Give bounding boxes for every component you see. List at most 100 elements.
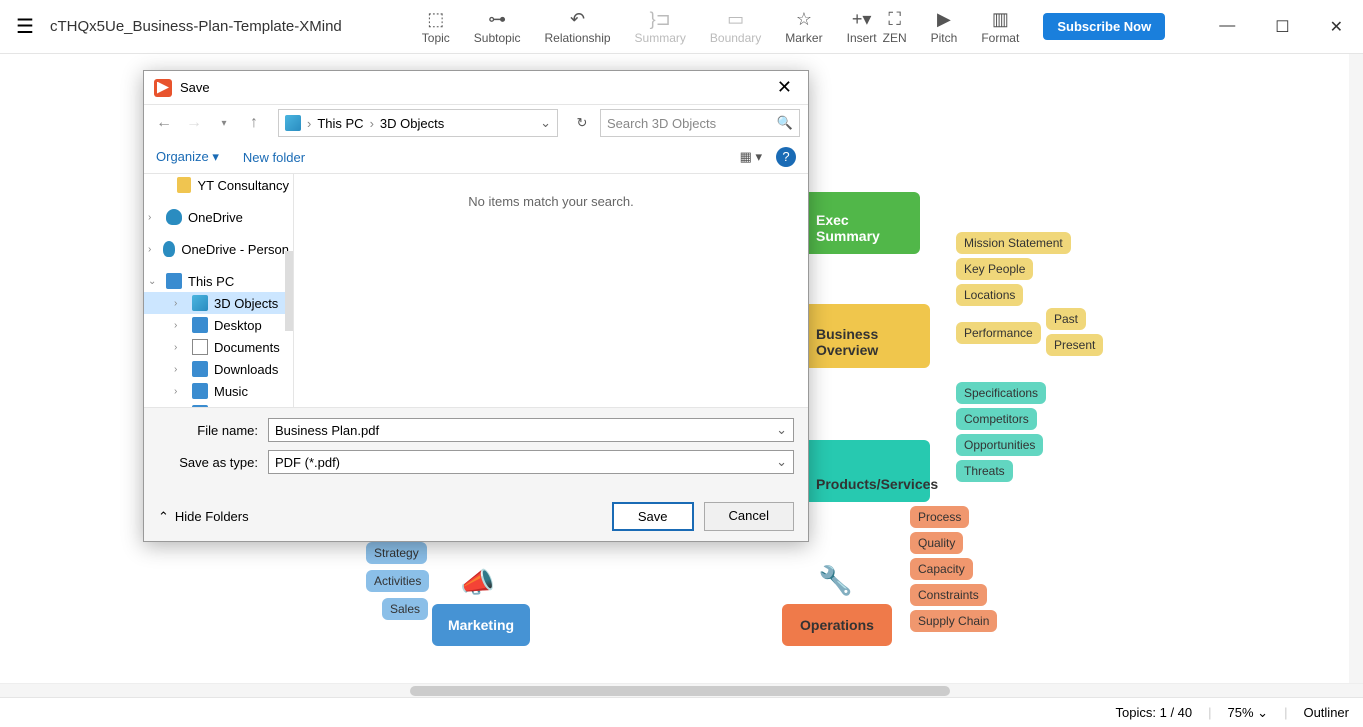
relationship-button[interactable]: ↶Relationship	[545, 9, 611, 45]
vertical-scrollbar[interactable]	[1349, 54, 1363, 683]
node-competitors[interactable]: Competitors	[956, 408, 1037, 430]
node-exec-summary[interactable]: Exec Summary	[800, 192, 920, 254]
drive-icon	[285, 115, 301, 131]
topics-count: Topics: 1 / 40	[1116, 705, 1193, 720]
back-button[interactable]: ←	[152, 111, 176, 135]
zoom-level[interactable]: 75% ⌄	[1228, 705, 1269, 721]
titlebar: ☰ cTHQx5Ue_Business-Plan-Template-XMind …	[0, 0, 1363, 54]
tree-item-documents[interactable]: ›Documents	[144, 336, 293, 358]
maximize-button[interactable]: ☐	[1265, 13, 1299, 41]
subscribe-button[interactable]: Subscribe Now	[1043, 13, 1165, 40]
node-past[interactable]: Past	[1046, 308, 1086, 330]
node-strategy[interactable]: Strategy	[366, 542, 427, 564]
topic-button[interactable]: ⬚Topic	[422, 9, 450, 45]
window-controls: — ☐ ✕	[1209, 13, 1353, 41]
pitch-button[interactable]: ▶Pitch	[931, 9, 958, 45]
node-marketing[interactable]: Marketing	[432, 604, 530, 646]
node-present[interactable]: Present	[1046, 334, 1103, 356]
statusbar: Topics: 1 / 40 | 75% ⌄ | Outliner	[0, 697, 1363, 727]
breadcrumb-dropdown[interactable]: ⌄	[540, 115, 551, 131]
tree-item-thispc[interactable]: ⌄This PC	[144, 270, 293, 292]
forward-button[interactable]: →	[182, 111, 206, 135]
outliner-button[interactable]: Outliner	[1303, 705, 1349, 720]
folder-tree[interactable]: YT Consultancy ›OneDrive ›OneDrive - Per…	[144, 174, 294, 407]
file-name-input[interactable]: ⌄	[268, 418, 794, 442]
search-icon: 🔍	[777, 115, 793, 131]
node-business-overview[interactable]: Business Overview	[800, 304, 930, 368]
breadcrumb[interactable]: › This PC › 3D Objects ⌄	[278, 109, 558, 137]
summary-icon: }⊐	[650, 9, 671, 31]
file-name-dropdown[interactable]: ⌄	[776, 422, 787, 438]
recent-dropdown[interactable]: ▾	[212, 111, 236, 135]
close-button[interactable]: ✕	[1320, 13, 1353, 41]
tree-item-downloads[interactable]: ›Downloads	[144, 358, 293, 380]
summary-button: }⊐Summary	[635, 9, 686, 45]
save-type-dropdown[interactable]: ⌄	[776, 454, 787, 470]
node-specifications[interactable]: Specifications	[956, 382, 1046, 404]
tree-item-onedrive[interactable]: ›OneDrive	[144, 206, 293, 228]
tree-item-onedrive-personal[interactable]: ›OneDrive - Person	[144, 238, 293, 260]
chevron-up-icon: ⌃	[158, 509, 169, 525]
view-button[interactable]: ▦ ▾	[740, 149, 762, 165]
help-button[interactable]: ?	[776, 147, 796, 167]
node-opportunities[interactable]: Opportunities	[956, 434, 1043, 456]
dialog-inputs: File name: ⌄ Save as type: PDF (*.pdf)⌄	[144, 407, 808, 492]
tree-item-yt[interactable]: YT Consultancy	[144, 174, 293, 196]
menu-icon[interactable]: ☰	[10, 14, 40, 39]
horizontal-scrollbar[interactable]	[0, 683, 1363, 697]
pitch-icon: ▶	[937, 9, 951, 31]
format-button[interactable]: ▥Format	[981, 9, 1019, 45]
zen-button[interactable]: ⛶ZEN	[883, 9, 907, 45]
wrench-icon: 🔧	[818, 564, 853, 597]
dialog-close-button[interactable]: ✕	[771, 77, 798, 98]
organize-button[interactable]: Organize ▾	[156, 149, 219, 165]
refresh-button[interactable]: ↻	[570, 115, 594, 131]
cancel-button[interactable]: Cancel	[704, 502, 794, 531]
tree-item-pictures[interactable]: ›Pictures	[144, 402, 293, 407]
save-type-select[interactable]: PDF (*.pdf)⌄	[268, 450, 794, 474]
dialog-body: YT Consultancy ›OneDrive ›OneDrive - Per…	[144, 174, 808, 407]
toolbar-right: ⛶ZEN ▶Pitch ▥Format Subscribe Now — ☐ ✕	[883, 9, 1353, 45]
node-locations[interactable]: Locations	[956, 284, 1023, 306]
relationship-icon: ↶	[570, 9, 585, 31]
dialog-title: Save	[180, 80, 210, 95]
node-sales[interactable]: Sales	[382, 598, 428, 620]
insert-icon: +▾	[852, 9, 872, 31]
hide-folders-button[interactable]: ⌃Hide Folders	[158, 509, 249, 525]
node-constraints[interactable]: Constraints	[910, 584, 987, 606]
up-button[interactable]: ↑	[242, 111, 266, 135]
scroll-thumb[interactable]	[410, 686, 950, 696]
save-button[interactable]: Save	[612, 502, 694, 531]
node-operations[interactable]: Operations	[782, 604, 892, 646]
insert-button[interactable]: +▾Insert	[847, 9, 877, 45]
search-input[interactable]: Search 3D Objects 🔍	[600, 109, 800, 137]
node-activities[interactable]: Activities	[366, 570, 429, 592]
dialog-nav: ← → ▾ ↑ › This PC › 3D Objects ⌄ ↻ Searc…	[144, 105, 808, 141]
subtopic-button[interactable]: ⊶Subtopic	[474, 9, 521, 45]
node-quality[interactable]: Quality	[910, 532, 963, 554]
save-dialog: Save ✕ ← → ▾ ↑ › This PC › 3D Objects ⌄ …	[143, 70, 809, 542]
boundary-button: ▭Boundary	[710, 9, 761, 45]
node-products-services[interactable]: Products/Services	[800, 440, 930, 502]
node-threats[interactable]: Threats	[956, 460, 1013, 482]
new-folder-button[interactable]: New folder	[243, 150, 305, 165]
minimize-button[interactable]: —	[1209, 13, 1245, 41]
tree-item-music[interactable]: ›Music	[144, 380, 293, 402]
file-list[interactable]: No items match your search.	[294, 174, 808, 407]
node-capacity[interactable]: Capacity	[910, 558, 973, 580]
marker-button[interactable]: ☆Marker	[785, 9, 822, 45]
node-key-people[interactable]: Key People	[956, 258, 1033, 280]
dialog-titlebar: Save ✕	[144, 71, 808, 105]
toolbar: ⬚Topic ⊶Subtopic ↶Relationship }⊐Summary…	[422, 9, 877, 45]
document-title: cTHQx5Ue_Business-Plan-Template-XMind	[50, 18, 342, 35]
node-performance[interactable]: Performance	[956, 322, 1041, 344]
topic-icon: ⬚	[427, 9, 444, 31]
node-process[interactable]: Process	[910, 506, 969, 528]
marker-icon: ☆	[796, 9, 812, 31]
node-mission[interactable]: Mission Statement	[956, 232, 1071, 254]
tree-item-3d-objects[interactable]: ›3D Objects	[144, 292, 293, 314]
empty-message: No items match your search.	[468, 194, 633, 209]
dialog-toolbar: Organize ▾ New folder ▦ ▾ ?	[144, 141, 808, 174]
node-supply-chain[interactable]: Supply Chain	[910, 610, 997, 632]
tree-item-desktop[interactable]: ›Desktop	[144, 314, 293, 336]
